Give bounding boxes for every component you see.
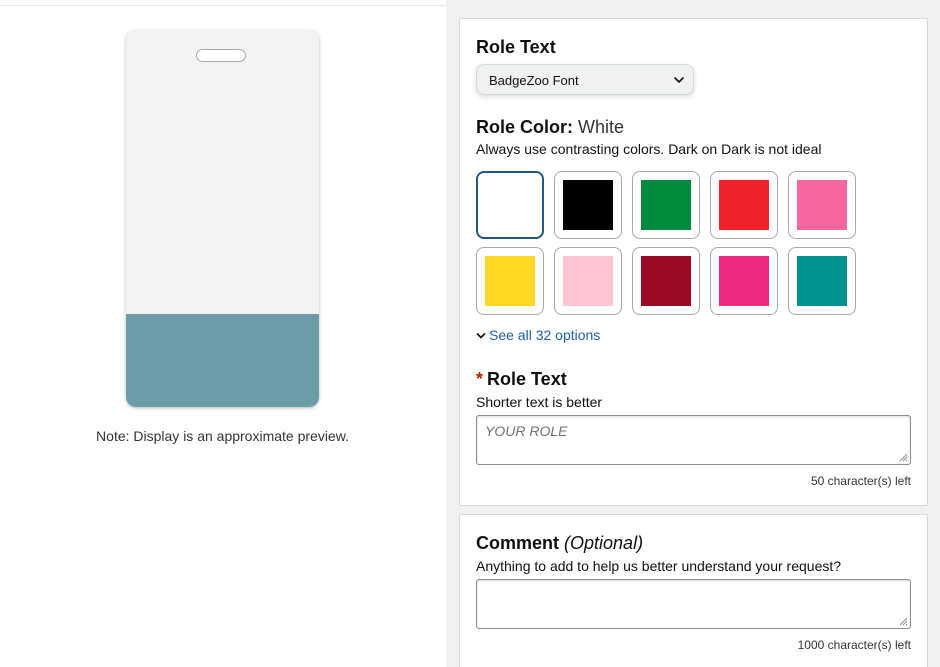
role-color-selected-name: White: [578, 117, 625, 137]
role-text-placeholder: YOUR ROLE: [485, 423, 568, 439]
comment-heading: Comment (Optional): [476, 533, 643, 554]
resize-grip-icon[interactable]: [898, 452, 908, 462]
color-swatch-fill: [485, 256, 535, 306]
color-swatch-light-pink[interactable]: [554, 247, 622, 315]
chevron-down-icon: [476, 333, 486, 339]
resize-grip-icon[interactable]: [898, 616, 908, 626]
color-swatch-white[interactable]: [476, 171, 544, 239]
color-swatch-maroon[interactable]: [632, 247, 700, 315]
color-swatch-green[interactable]: [632, 171, 700, 239]
color-swatch-fill: [641, 256, 691, 306]
color-swatch-teal[interactable]: [788, 247, 856, 315]
required-marker: *: [476, 369, 484, 389]
comment-card: Comment (Optional) Anything to add to he…: [459, 514, 928, 667]
badge-color-band: [126, 314, 319, 407]
comment-input[interactable]: [476, 579, 911, 629]
role-text-hint: Shorter text is better: [476, 394, 603, 410]
color-swatch-fill: [563, 256, 613, 306]
color-swatch-yellow[interactable]: [476, 247, 544, 315]
role-text-heading: * Role Text: [476, 369, 567, 390]
see-all-options-link[interactable]: See all 32 options: [476, 327, 600, 343]
comment-heading-label: Comment: [476, 533, 560, 553]
color-swatch-fill: [797, 180, 847, 230]
comment-counter: 1000 character(s) left: [797, 638, 911, 652]
role-text-heading-label: Role Text: [487, 369, 567, 389]
color-swatch-fill: [563, 180, 613, 230]
color-swatch-fill: [719, 256, 769, 306]
see-all-options-label: See all 32 options: [489, 327, 601, 343]
role-font-select[interactable]: BadgeZoo Font: [476, 64, 694, 95]
color-swatch-pink[interactable]: [788, 171, 856, 239]
color-swatch-black[interactable]: [554, 171, 622, 239]
badge-preview: [126, 30, 319, 407]
color-swatch-fill: [641, 180, 691, 230]
color-swatch-fill: [719, 180, 769, 230]
comment-optional-label: (Optional): [564, 533, 644, 553]
role-color-label: Role Color:: [476, 117, 573, 137]
color-swatch-fill: [797, 256, 847, 306]
role-color-heading: Role Color: White: [476, 117, 624, 138]
role-text-counter: 50 character(s) left: [810, 474, 911, 488]
color-swatch-red[interactable]: [710, 171, 778, 239]
comment-hint: Anything to add to help us better unders…: [476, 558, 842, 574]
role-text-input[interactable]: YOUR ROLE: [476, 415, 911, 465]
preview-note: Note: Display is an approximate preview.: [96, 428, 349, 444]
role-color-swatches: [476, 171, 858, 315]
role-font-selected-value: BadgeZoo Font: [489, 73, 579, 88]
color-swatch-fill: [485, 180, 535, 230]
chevron-down-icon: [674, 77, 684, 83]
color-swatch-hot-pink[interactable]: [710, 247, 778, 315]
role-color-hint: Always use contrasting colors. Dark on D…: [476, 141, 822, 157]
badge-preview-panel: Note: Display is an approximate preview.: [0, 0, 445, 667]
role-font-heading: Role Text: [476, 37, 556, 57]
badge-slot-hole: [196, 49, 246, 62]
role-options-card: Role Text BadgeZoo Font Role Color: Whit…: [459, 18, 928, 506]
